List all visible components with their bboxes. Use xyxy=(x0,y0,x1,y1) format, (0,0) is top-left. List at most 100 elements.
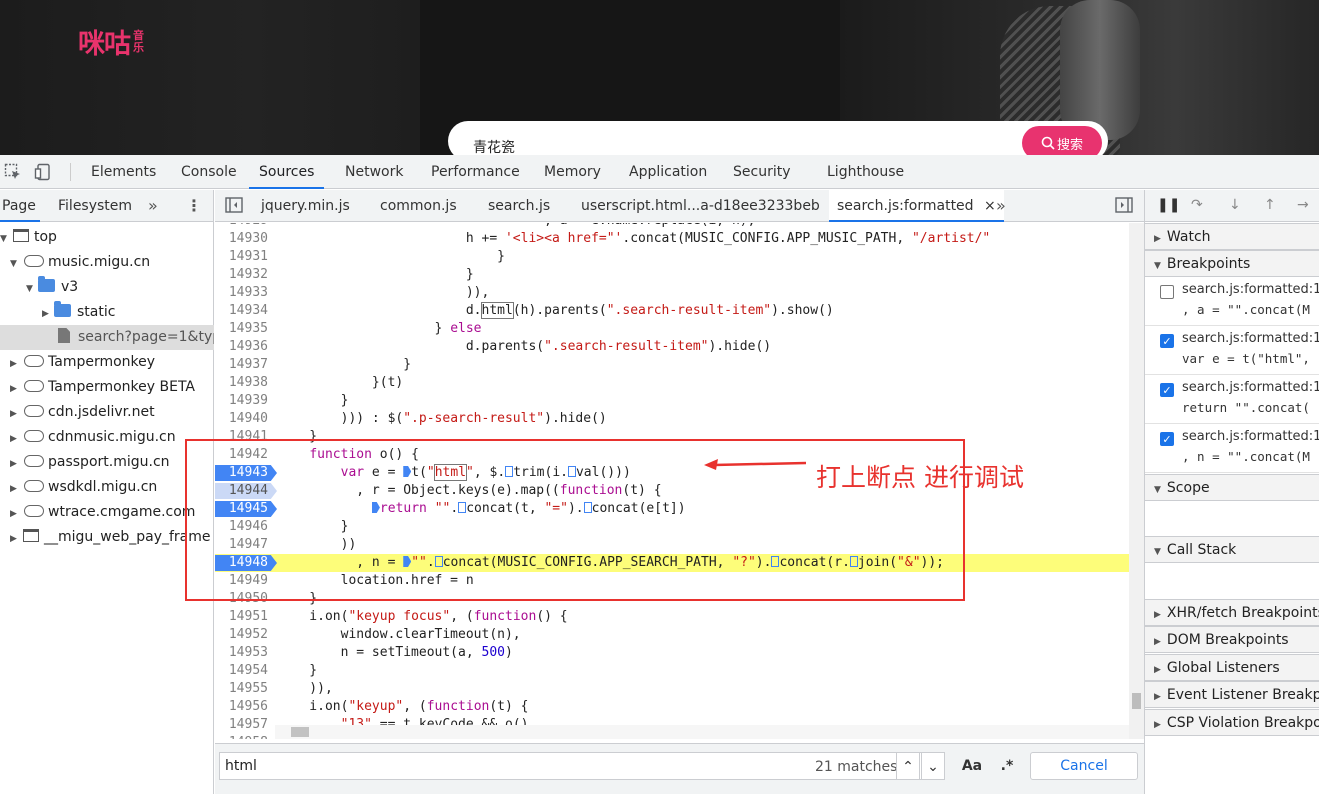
code-line: 14952 window.clearTimeout(n), xyxy=(215,626,1129,644)
more-tabs-icon[interactable]: » xyxy=(148,190,158,222)
line-number[interactable]: 14951 xyxy=(215,608,275,626)
code-line: 14933 )), xyxy=(215,284,1129,302)
section-breakpoints[interactable]: ▼ Breakpoints xyxy=(1145,250,1319,277)
section-xhr-breakpoints[interactable]: ▶ XHR/fetch Breakpoints xyxy=(1145,599,1319,626)
tab-memory[interactable]: Memory xyxy=(534,155,611,189)
file-tab-userscript[interactable]: userscript.html...a-d18ee3233beb xyxy=(581,190,820,222)
scrollbar-thumb[interactable] xyxy=(291,727,309,737)
tree-item-tampermonkey[interactable]: ▶ Tampermonkey xyxy=(0,350,214,375)
line-number[interactable]: 14932 xyxy=(215,266,275,284)
line-number[interactable]: 14938 xyxy=(215,374,275,392)
horizontal-scrollbar[interactable] xyxy=(275,725,1129,739)
section-call-stack[interactable]: ▼ Call Stack xyxy=(1145,536,1319,563)
tab-sources[interactable]: Sources xyxy=(249,155,325,189)
code-line: 14937 } xyxy=(215,356,1129,374)
step-over-icon[interactable]: ↷ xyxy=(1191,197,1203,213)
line-number[interactable]: 14958 xyxy=(215,734,275,739)
breakpoint-item[interactable]: ✓ search.js:formatted:1 var e = t("html"… xyxy=(1145,326,1319,375)
tab-security[interactable]: Security xyxy=(723,155,801,189)
line-number[interactable]: 14957 xyxy=(215,716,275,734)
cloud-icon xyxy=(24,255,44,267)
section-global-listeners[interactable]: ▶ Global Listeners xyxy=(1145,654,1319,681)
line-number[interactable]: 14956 xyxy=(215,698,275,716)
step-into-icon[interactable]: ↓ xyxy=(1229,197,1241,213)
line-number[interactable]: 14952 xyxy=(215,626,275,644)
scrollbar-thumb[interactable] xyxy=(1132,693,1141,709)
chevron-right-icon: ▶ xyxy=(10,459,17,469)
tab-network[interactable]: Network xyxy=(335,155,413,189)
line-number[interactable]: 14937 xyxy=(215,356,275,374)
chevron-up-icon[interactable]: ⌃ xyxy=(896,752,920,780)
step-icon[interactable]: → xyxy=(1297,197,1309,213)
section-csp-violation-breakpoints[interactable]: ▶ CSP Violation Breakpoi xyxy=(1145,709,1319,736)
breakpoint-item[interactable]: ✓ search.js:formatted:1 return "".concat… xyxy=(1145,375,1319,424)
tree-item-pay-frame[interactable]: ▶ __migu_web_pay_frame ( xyxy=(0,525,214,550)
breakpoint-checkbox[interactable]: ✓ xyxy=(1160,432,1174,446)
tab-elements[interactable]: Elements xyxy=(81,155,166,189)
cancel-button[interactable]: Cancel xyxy=(1030,752,1138,780)
tree-item-jsdelivr[interactable]: ▶ cdn.jsdelivr.net xyxy=(0,400,214,425)
site-search-input[interactable]: 青花瓷 xyxy=(473,137,515,155)
file-tab-search-formatted[interactable]: search.js:formatted × xyxy=(829,190,1004,222)
line-number[interactable]: 14931 xyxy=(215,248,275,266)
breakpoint-checkbox[interactable]: ✓ xyxy=(1160,383,1174,397)
line-number[interactable]: 14955 xyxy=(215,680,275,698)
line-number[interactable]: 14934 xyxy=(215,302,275,320)
file-tab-common[interactable]: common.js xyxy=(380,190,457,222)
tree-item-passport[interactable]: ▶ passport.migu.cn xyxy=(0,450,214,475)
match-case-button[interactable]: Aa xyxy=(960,752,984,780)
line-number[interactable]: 14939 xyxy=(215,392,275,410)
breakpoint-checkbox[interactable] xyxy=(1160,285,1174,299)
debugger-toolbar: ❚❚ ↷ ↓ ↑ → xyxy=(1145,190,1319,222)
site-search-button[interactable]: 搜索 xyxy=(1022,126,1102,155)
section-event-listener-breakpoints[interactable]: ▶ Event Listener Breakpoi xyxy=(1145,681,1319,708)
section-watch[interactable]: ▶ Watch xyxy=(1145,223,1319,250)
toggle-navigator-icon[interactable] xyxy=(225,190,243,222)
line-number[interactable]: 14953 xyxy=(215,644,275,662)
tree-item-search-page[interactable]: search?page=1&typ xyxy=(0,325,214,350)
tree-item-music-migu[interactable]: ▼ music.migu.cn xyxy=(0,250,214,275)
tree-item-wsdkdl[interactable]: ▶ wsdkdl.migu.cn xyxy=(0,475,214,500)
line-number[interactable]: 14940 xyxy=(215,410,275,428)
breakpoint-item[interactable]: search.js:formatted:1 , a = "".concat(M xyxy=(1145,277,1319,326)
section-scope[interactable]: ▼ Scope xyxy=(1145,474,1319,501)
chevron-down-icon[interactable]: ⌄ xyxy=(921,752,945,780)
step-out-icon[interactable]: ↑ xyxy=(1264,197,1276,213)
more-files-icon[interactable]: » xyxy=(996,190,1006,222)
tab-performance[interactable]: Performance xyxy=(421,155,530,189)
search-icon xyxy=(1041,136,1055,150)
cloud-icon xyxy=(24,505,44,517)
migu-logo[interactable]: 咪咕 音乐 xyxy=(78,22,147,61)
tree-item-static[interactable]: ▶ static xyxy=(0,300,214,325)
inspect-element-icon[interactable] xyxy=(4,163,22,181)
line-number[interactable]: 14933 xyxy=(215,284,275,302)
toggle-debugger-icon[interactable] xyxy=(1115,190,1133,222)
tree-item-top[interactable]: ▼ top xyxy=(0,225,214,250)
breakpoint-item[interactable]: ✓ search.js:formatted:1 , n = "".concat(… xyxy=(1145,424,1319,473)
pause-icon[interactable]: ❚❚ xyxy=(1157,197,1180,213)
line-number[interactable]: 14954 xyxy=(215,662,275,680)
close-icon[interactable]: × xyxy=(984,198,996,214)
tab-filesystem[interactable]: Filesystem xyxy=(58,190,132,222)
vertical-scrollbar[interactable] xyxy=(1129,223,1144,739)
section-dom-breakpoints[interactable]: ▶ DOM Breakpoints xyxy=(1145,626,1319,653)
code-line: 14951 i.on("keyup focus", (function() { xyxy=(215,608,1129,626)
tree-item-cdnmusic[interactable]: ▶ cdnmusic.migu.cn xyxy=(0,425,214,450)
line-number[interactable]: 14930 xyxy=(215,230,275,248)
tree-item-wtrace[interactable]: ▶ wtrace.cmgame.com xyxy=(0,500,214,525)
tab-application[interactable]: Application xyxy=(619,155,717,189)
device-toolbar-icon[interactable] xyxy=(34,163,52,181)
breakpoint-checkbox[interactable]: ✓ xyxy=(1160,334,1174,348)
line-number[interactable]: 14936 xyxy=(215,338,275,356)
tree-item-tampermonkey-beta[interactable]: ▶ Tampermonkey BETA xyxy=(0,375,214,400)
tab-lighthouse[interactable]: Lighthouse xyxy=(817,155,914,189)
tree-item-v3[interactable]: ▼ v3 xyxy=(0,275,214,300)
file-tab-jquery[interactable]: jquery.min.js xyxy=(261,190,350,222)
line-number[interactable]: 14935 xyxy=(215,320,275,338)
kebab-menu-icon[interactable]: ⋮ xyxy=(186,190,202,222)
file-tab-search[interactable]: search.js xyxy=(488,190,550,222)
regex-button[interactable]: .* xyxy=(995,752,1019,780)
tab-console[interactable]: Console xyxy=(171,155,247,189)
find-bar: html 21 matches ⌃ ⌄ Aa .* Cancel xyxy=(215,743,1144,794)
tab-page[interactable]: Page xyxy=(0,190,40,222)
